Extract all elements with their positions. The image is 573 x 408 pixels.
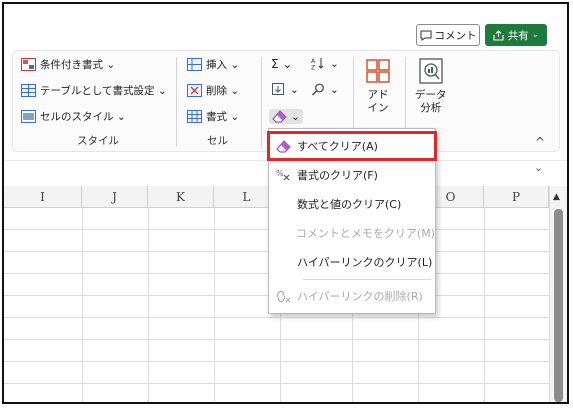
addins-button[interactable]: アド イン bbox=[365, 57, 391, 115]
grid-column-line bbox=[82, 208, 83, 402]
addins-label-line1: アド bbox=[367, 89, 389, 101]
delete-cells-button[interactable]: 削除 ⌄ bbox=[187, 83, 239, 98]
remove-hyperlink-icon bbox=[269, 290, 297, 303]
grid-row[interactable] bbox=[4, 384, 549, 402]
format-as-table-icon bbox=[21, 84, 36, 97]
analyze-data-label-line1: データ bbox=[415, 89, 447, 101]
column-header[interactable]: J bbox=[82, 186, 148, 208]
grid-column-line bbox=[484, 208, 485, 402]
format-cells-icon bbox=[187, 110, 202, 123]
format-as-table-button[interactable]: テーブルとして書式設定 ⌄ bbox=[21, 83, 167, 98]
svg-text:Z: Z bbox=[311, 65, 315, 71]
addins-label-line2: イン bbox=[367, 102, 389, 114]
delete-cells-label: 削除 ⌄ bbox=[206, 85, 240, 97]
format-cells-label: 書式 ⌄ bbox=[206, 111, 240, 123]
fill-button[interactable]: ⌄ bbox=[271, 83, 299, 96]
collapse-ribbon-icon[interactable]: ^ bbox=[535, 135, 545, 149]
grid-row[interactable] bbox=[4, 362, 549, 384]
share-icon bbox=[493, 29, 504, 41]
column-header[interactable]: K bbox=[148, 186, 214, 208]
delete-cells-icon bbox=[187, 84, 202, 97]
grid-row[interactable] bbox=[4, 340, 549, 362]
find-select-button[interactable]: ⌄ bbox=[311, 83, 339, 96]
eraser-icon bbox=[272, 110, 287, 123]
eraser-icon bbox=[269, 139, 297, 153]
scrollbar-thumb[interactable] bbox=[554, 209, 563, 402]
share-button[interactable]: 共有 ⌄ bbox=[485, 24, 547, 46]
clear-dropdown-menu: すべてクリア(A) % 書式のクリア(F) 数式と値のクリア(C) コメントとメ… bbox=[267, 128, 437, 314]
menu-item-label: すべてクリア(A) bbox=[297, 140, 378, 153]
menu-item-clear-hyperlinks[interactable]: ハイパーリンクのクリア(L) bbox=[269, 249, 435, 275]
comment-button[interactable]: コメント bbox=[416, 24, 480, 46]
grid-row[interactable] bbox=[4, 318, 549, 340]
analyze-data-button[interactable]: データ 分析 bbox=[415, 57, 447, 115]
insert-cells-label: 挿入 ⌄ bbox=[206, 59, 240, 71]
clear-chevron: ⌄ bbox=[291, 110, 300, 123]
column-header[interactable]: P bbox=[484, 186, 549, 208]
menu-item-label: ハイパーリンクのクリア(L) bbox=[297, 256, 433, 269]
share-chevron-icon: ⌄ bbox=[531, 30, 540, 40]
expand-formula-bar-icon[interactable]: ⌄ bbox=[534, 161, 543, 174]
format-as-table-label: テーブルとして書式設定 ⌄ bbox=[40, 85, 167, 97]
menu-item-remove-hyperlinks[interactable]: ハイパーリンクの削除(R) bbox=[269, 283, 435, 309]
cells-group-label: セル bbox=[207, 135, 228, 147]
find-select-label: ⌄ bbox=[330, 83, 339, 96]
ribbon-divider bbox=[176, 57, 177, 147]
svg-text:%: % bbox=[276, 169, 284, 178]
insert-cells-icon bbox=[187, 58, 202, 71]
format-cells-button[interactable]: 書式 ⌄ bbox=[187, 109, 239, 124]
share-label: 共有 bbox=[507, 29, 529, 42]
menu-separator bbox=[303, 279, 431, 280]
conditional-formatting-label: 条件付き書式 ⌄ bbox=[40, 59, 116, 71]
menu-item-clear-comments[interactable]: コメントとメモをクリア(M) bbox=[269, 220, 435, 246]
scroll-up-icon[interactable]: ▲ bbox=[553, 192, 560, 202]
grid-column-line bbox=[214, 208, 215, 402]
menu-item-clear-all[interactable]: すべてクリア(A) bbox=[267, 131, 437, 161]
conditional-formatting-button[interactable]: 条件付き書式 ⌄ bbox=[21, 57, 115, 72]
cell-styles-icon bbox=[21, 110, 36, 123]
cell-styles-label: セルのスタイル ⌄ bbox=[40, 111, 126, 123]
grid-column-line bbox=[148, 208, 149, 402]
styles-group-label: スタイル bbox=[77, 135, 119, 147]
menu-item-clear-contents[interactable]: 数式と値のクリア(C) bbox=[269, 191, 435, 217]
ribbon-divider bbox=[261, 57, 262, 147]
menu-item-label: 書式のクリア(F) bbox=[297, 169, 378, 182]
search-icon bbox=[312, 83, 324, 96]
conditional-formatting-icon bbox=[21, 58, 36, 71]
sort-filter-icon: AZ bbox=[311, 58, 324, 71]
excel-window: コメント 共有 ⌄ 条件付き書式 ⌄ テーブルとして書式設定 ⌄ セルのスタイル… bbox=[2, 2, 569, 404]
insert-cells-button[interactable]: 挿入 ⌄ bbox=[187, 57, 239, 72]
analyze-data-label-line2: 分析 bbox=[420, 102, 442, 114]
clear-format-icon: % bbox=[269, 169, 297, 182]
fill-label: ⌄ bbox=[290, 83, 299, 96]
menu-item-label: コメントとメモをクリア(M) bbox=[295, 227, 435, 240]
clear-button[interactable]: ⌄ bbox=[269, 109, 303, 124]
addins-icon bbox=[366, 59, 390, 83]
comment-label: コメント bbox=[434, 29, 477, 42]
autosum-button[interactable]: Σ ⌄ bbox=[271, 57, 292, 71]
cell-styles-button[interactable]: セルのスタイル ⌄ bbox=[21, 109, 126, 124]
fill-down-icon bbox=[272, 83, 284, 95]
menu-item-clear-formats[interactable]: % 書式のクリア(F) bbox=[269, 162, 435, 188]
comment-icon bbox=[420, 30, 431, 41]
sort-filter-label: ⌄ bbox=[330, 57, 339, 70]
analyze-data-icon bbox=[419, 58, 443, 84]
sort-filter-button[interactable]: AZ ⌄ bbox=[311, 57, 339, 71]
menu-item-label: 数式と値のクリア(C) bbox=[297, 198, 402, 211]
menu-item-label: ハイパーリンクの削除(R) bbox=[297, 290, 423, 303]
column-header[interactable]: I bbox=[4, 186, 82, 208]
autosum-label: Σ ⌄ bbox=[271, 57, 293, 71]
